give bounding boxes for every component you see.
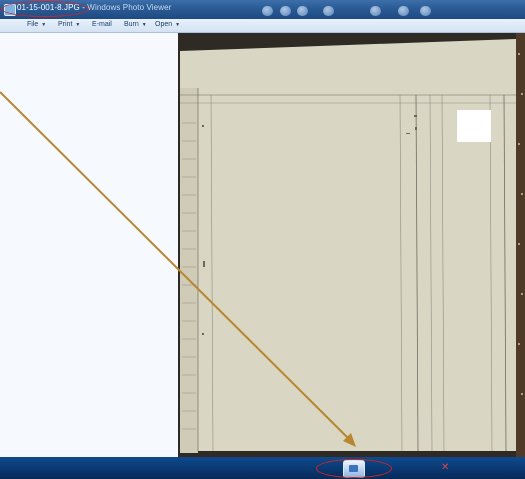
ledger-binding [516, 33, 525, 457]
actual-size-icon[interactable] [280, 6, 291, 16]
previous-icon[interactable] [323, 6, 334, 16]
menu-burn[interactable]: Burn ▼ [124, 21, 147, 28]
viewer-background [0, 33, 178, 457]
rotate-left-icon[interactable] [297, 6, 308, 16]
ledger-left-strip [180, 88, 198, 453]
chevron-down-icon: ▼ [41, 22, 47, 28]
chevron-down-icon: ▼ [141, 22, 147, 28]
rotate-clockwise-icon[interactable] [420, 6, 431, 16]
menu-open-label: Open [155, 21, 173, 28]
delete-icon[interactable]: ✕ [441, 462, 449, 474]
chevron-down-icon: ▼ [175, 22, 181, 28]
menu-print[interactable]: Print ▼ [58, 21, 80, 28]
zoom-icon[interactable] [262, 6, 273, 16]
rotate-right-icon[interactable] [398, 6, 409, 16]
ledger-photo[interactable] [178, 33, 525, 457]
menu-file-label: File [27, 21, 39, 28]
menu-bar: File ▼ Print ▼ E-mail Burn ▼ Open ▼ [0, 19, 525, 33]
title-highlight-oval [1, 1, 89, 17]
redaction-box [457, 110, 491, 142]
menu-burn-label: Burn [124, 21, 139, 28]
window-title-appname: Windows Photo Viewer [87, 3, 172, 12]
menu-open[interactable]: Open ▼ [155, 21, 180, 28]
navigation-highlight-oval [316, 459, 392, 478]
next-icon[interactable] [370, 6, 381, 16]
menu-file[interactable]: File ▼ [27, 21, 46, 28]
menu-email-label: E-mail [92, 21, 112, 28]
ledger-page [180, 39, 518, 451]
chevron-down-icon: ▼ [75, 22, 81, 28]
menu-print-label: Print [58, 21, 73, 28]
menu-email[interactable]: E-mail [92, 21, 112, 28]
